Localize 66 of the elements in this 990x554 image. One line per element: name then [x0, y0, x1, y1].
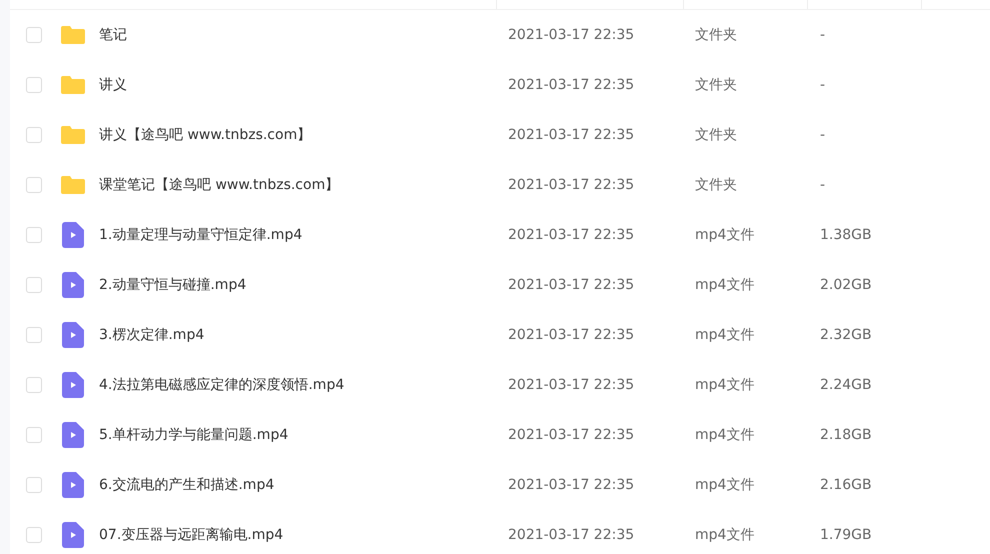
checkbox[interactable]	[26, 327, 42, 343]
folder-icon	[60, 75, 86, 95]
file-name[interactable]: 2.动量守恒与碰撞.mp4	[99, 274, 246, 296]
checkbox[interactable]	[26, 377, 42, 393]
checkbox[interactable]	[26, 127, 42, 143]
file-size: -	[820, 176, 826, 192]
checkbox[interactable]	[26, 477, 42, 493]
checkbox[interactable]	[26, 77, 42, 93]
file-name[interactable]: 3.楞次定律.mp4	[99, 324, 204, 346]
file-size: -	[820, 26, 826, 42]
modified-date: 2021-03-17 22:35	[508, 376, 634, 392]
file-type: mp4文件	[695, 526, 754, 542]
file-size: 2.16GB	[820, 476, 872, 492]
file-size: 1.38GB	[820, 226, 872, 242]
modified-date: 2021-03-17 22:35	[508, 326, 634, 342]
file-size: 2.02GB	[820, 276, 872, 292]
video-file-icon	[62, 422, 84, 448]
file-type: 文件夹	[695, 76, 737, 92]
folder-icon	[60, 175, 86, 195]
file-size: 2.32GB	[820, 326, 872, 342]
modified-date: 2021-03-17 22:35	[508, 76, 634, 92]
modified-date: 2021-03-17 22:35	[508, 426, 634, 442]
video-file-icon	[62, 322, 84, 348]
file-size: -	[820, 76, 826, 92]
checkbox[interactable]	[26, 527, 42, 543]
file-type: mp4文件	[695, 276, 754, 292]
video-file-icon	[62, 372, 84, 398]
modified-date: 2021-03-17 22:35	[508, 476, 634, 492]
modified-date: 2021-03-17 22:35	[508, 26, 634, 42]
modified-date: 2021-03-17 22:35	[508, 126, 634, 142]
video-file-icon	[62, 222, 84, 248]
video-file-icon	[62, 472, 84, 498]
file-type: mp4文件	[695, 226, 754, 242]
file-size: 2.24GB	[820, 376, 872, 392]
file-type: 文件夹	[695, 176, 737, 192]
checkbox[interactable]	[26, 177, 42, 193]
checkbox[interactable]	[26, 277, 42, 293]
modified-date: 2021-03-17 22:35	[508, 276, 634, 292]
file-name[interactable]: 07.变压器与远距离输电.mp4	[99, 524, 284, 546]
modified-date: 2021-03-17 22:35	[508, 176, 634, 192]
file-type: 文件夹	[695, 26, 737, 42]
folder-icon	[60, 25, 86, 45]
file-name[interactable]: 课堂笔记【途鸟吧 www.tnbzs.com】	[99, 174, 340, 196]
checkbox[interactable]	[26, 427, 42, 443]
file-type: mp4文件	[695, 476, 754, 492]
file-size: 1.79GB	[820, 526, 872, 542]
file-name[interactable]: 5.单杆动力学与能量问题.mp4	[99, 424, 288, 446]
modified-date: 2021-03-17 22:35	[508, 226, 634, 242]
folder-icon	[60, 125, 86, 145]
file-name[interactable]: 1.动量定理与动量守恒定律.mp4	[99, 224, 302, 246]
file-name[interactable]: 讲义【途鸟吧 www.tnbzs.com】	[99, 124, 312, 146]
file-size: -	[820, 126, 826, 142]
file-type: mp4文件	[695, 376, 754, 392]
file-type: 文件夹	[695, 126, 737, 142]
video-file-icon	[62, 272, 84, 298]
file-name[interactable]: 笔记	[99, 24, 127, 46]
file-type: mp4文件	[695, 426, 754, 442]
file-name[interactable]: 6.交流电的产生和描述.mp4	[99, 474, 274, 496]
video-file-icon	[62, 522, 84, 548]
checkbox[interactable]	[26, 227, 42, 243]
file-name[interactable]: 4.法拉第电磁感应定律的深度领悟.mp4	[99, 374, 344, 396]
checkbox[interactable]	[26, 27, 42, 43]
file-name[interactable]: 讲义	[99, 74, 127, 96]
modified-date: 2021-03-17 22:35	[508, 526, 634, 542]
file-size: 2.18GB	[820, 426, 872, 442]
file-type: mp4文件	[695, 326, 754, 342]
